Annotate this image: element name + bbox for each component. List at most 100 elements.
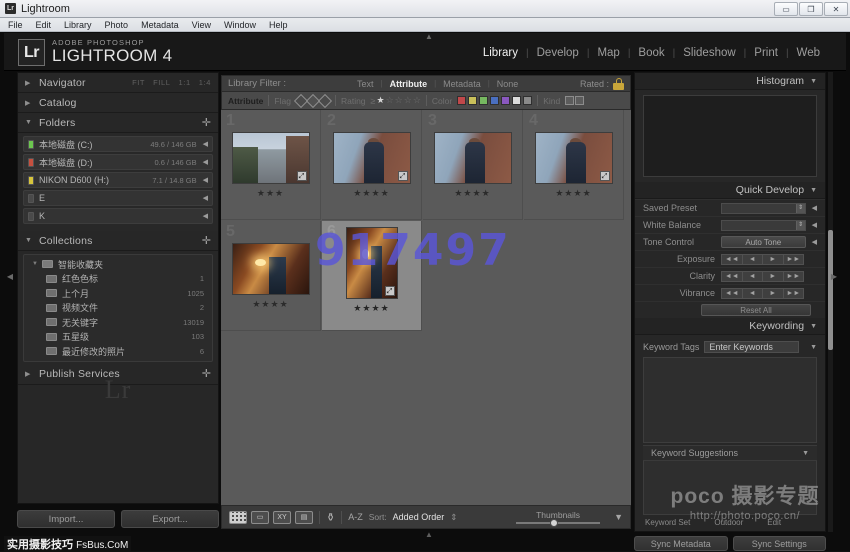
thumbnail-size-slider[interactable]: Thumbnails <box>514 510 602 524</box>
grid-cell[interactable]: 4 ⤢ ★★★★ <box>524 110 624 220</box>
star-rating[interactable]: ★★★★ <box>353 188 389 199</box>
folder-item[interactable]: K ◀ <box>23 208 213 224</box>
keyword-suggestions-header[interactable]: Keyword Suggestions ▼ <box>643 445 817 461</box>
menu-library[interactable]: Library <box>64 20 92 30</box>
list-item[interactable]: 视频文件 2 <box>24 301 212 316</box>
close-button[interactable]: ✕ <box>824 2 848 16</box>
chevron-left-icon[interactable]: ◀ <box>812 204 817 212</box>
flag-rejected-icon[interactable] <box>318 93 332 107</box>
color-swatch-green[interactable] <box>479 96 488 105</box>
import-button[interactable]: Import... <box>17 510 115 528</box>
menu-help[interactable]: Help <box>269 20 288 30</box>
zoom-fill[interactable]: FILL <box>153 78 170 87</box>
exposure-increase-small[interactable]: ► <box>762 254 784 265</box>
menu-file[interactable]: File <box>8 20 23 30</box>
bottom-panel-collapse-arrow[interactable]: ▲ <box>421 531 437 539</box>
module-print[interactable]: Print <box>746 47 786 59</box>
minimize-button[interactable]: ▭ <box>774 2 798 16</box>
zoom-1-4[interactable]: 1:4 <box>199 78 211 87</box>
photo-thumbnail[interactable]: ⤢ <box>333 132 411 184</box>
chevron-down-icon[interactable]: ▼ <box>802 450 809 457</box>
histogram-display[interactable] <box>643 95 817 177</box>
reset-all-button[interactable]: Reset All <box>701 304 811 316</box>
photo-thumbnail[interactable] <box>232 243 310 295</box>
thumbnail-grid[interactable]: 1 ⤢ ★★★ 2 ⤢ ★★★★ 3 ★★★★ 4 <box>221 110 631 505</box>
develop-badge-icon[interactable]: ⤢ <box>600 171 610 181</box>
folder-item[interactable]: E ◀ <box>23 190 213 206</box>
filter-tab-metadata[interactable]: Metadata <box>436 79 488 89</box>
panel-header-quick-develop[interactable]: Quick Develop ▼ <box>635 182 825 199</box>
photo-thumbnail[interactable]: ⤢ <box>232 132 310 184</box>
saved-preset-select[interactable]: ⇕ <box>721 203 806 214</box>
star-rating[interactable]: ★★★★ <box>454 188 490 199</box>
clarity-increase-large[interactable]: ►► <box>783 271 805 282</box>
photo-thumbnail[interactable]: ⤢ <box>346 227 398 299</box>
exposure-increase-large[interactable]: ►► <box>783 254 805 265</box>
folder-item[interactable]: NIKON D600 (H:) 7.1 / 14.8 GB ◀ <box>23 172 213 188</box>
chevron-left-icon[interactable]: ◀ <box>203 194 208 202</box>
compare-view-button[interactable]: XY <box>273 511 291 524</box>
star-icon[interactable]: ☆ <box>404 95 412 106</box>
module-web[interactable]: Web <box>789 47 828 59</box>
color-swatch-white[interactable] <box>512 96 521 105</box>
grid-cell[interactable]: 5 ★★★★ <box>221 221 321 331</box>
module-map[interactable]: Map <box>589 47 627 59</box>
list-item[interactable]: 上个月 1025 <box>24 286 212 301</box>
clarity-decrease-large[interactable]: ◄◄ <box>721 271 743 282</box>
star-rating[interactable]: ★★★★ <box>252 299 288 310</box>
panel-header-collections[interactable]: ▼ Collections ✛ <box>18 231 218 251</box>
sort-direction-icon[interactable]: A-Z <box>348 512 363 522</box>
toolbar-options-caret-icon[interactable]: ▼ <box>614 512 623 522</box>
color-swatch-purple[interactable] <box>501 96 510 105</box>
slider-track[interactable] <box>516 522 600 524</box>
develop-badge-icon[interactable]: ⤢ <box>385 286 395 296</box>
list-item[interactable]: 最近修改的照片 6 <box>24 344 212 359</box>
exposure-decrease-large[interactable]: ◄◄ <box>721 254 743 265</box>
menu-edit[interactable]: Edit <box>36 20 52 30</box>
module-slideshow[interactable]: Slideshow <box>675 47 743 59</box>
chevron-left-icon[interactable]: ◀ <box>203 140 208 148</box>
add-collection-icon[interactable]: ✛ <box>202 236 211 246</box>
keyword-set-edit[interactable]: Edit <box>767 518 781 527</box>
spray-can-icon[interactable]: ⚱ <box>326 511 335 524</box>
star-rating[interactable]: ★★★★ <box>353 303 389 314</box>
grid-cell[interactable]: 1 ⤢ ★★★ <box>221 110 321 220</box>
keyword-suggestions-area[interactable] <box>643 461 817 515</box>
grid-view-button[interactable] <box>229 511 247 524</box>
develop-badge-icon[interactable]: ⤢ <box>398 171 408 181</box>
menu-metadata[interactable]: Metadata <box>141 20 179 30</box>
chevron-left-icon[interactable]: ◀ <box>203 212 208 220</box>
menu-view[interactable]: View <box>192 20 211 30</box>
sync-metadata-button[interactable]: Sync Metadata <box>634 536 728 551</box>
module-develop[interactable]: Develop <box>529 47 587 59</box>
white-balance-select[interactable]: ⇕ <box>721 220 806 231</box>
vibrance-increase-large[interactable]: ►► <box>783 288 805 299</box>
kind-master-photo-icon[interactable] <box>565 96 574 105</box>
color-swatch-red[interactable] <box>457 96 466 105</box>
folder-item[interactable]: 本地磁盘 (C:) 49.6 / 146 GB ◀ <box>23 136 213 152</box>
vibrance-decrease-small[interactable]: ◄ <box>742 288 764 299</box>
zoom-fit[interactable]: FIT <box>132 78 145 87</box>
keyword-input[interactable]: Enter Keywords <box>704 341 799 353</box>
color-swatch-gray[interactable] <box>523 96 532 105</box>
filter-tab-none[interactable]: None <box>490 79 526 89</box>
panel-header-navigator[interactable]: ▶ Navigator FIT FILL 1:1 1:4 <box>18 73 218 93</box>
develop-badge-icon[interactable]: ⤢ <box>297 171 307 181</box>
right-panel-collapse-handle[interactable]: ▶ <box>830 270 838 284</box>
maximize-button[interactable]: ❐ <box>799 2 823 16</box>
sort-value[interactable]: Added Order <box>393 512 445 522</box>
star-rating[interactable]: ★★★ <box>257 188 284 199</box>
star-icon[interactable]: ☆ <box>386 95 394 106</box>
menu-photo[interactable]: Photo <box>105 20 129 30</box>
star-icon[interactable]: ☆ <box>413 95 421 106</box>
chevron-left-icon[interactable]: ◀ <box>203 176 208 184</box>
loupe-view-button[interactable]: ▭ <box>251 511 269 524</box>
clarity-increase-small[interactable]: ► <box>762 271 784 282</box>
star-icon[interactable]: ☆ <box>395 95 403 106</box>
clarity-decrease-small[interactable]: ◄ <box>742 271 764 282</box>
lock-icon[interactable] <box>613 78 624 90</box>
top-panel-collapse-arrow[interactable]: ▲ <box>421 33 437 40</box>
auto-tone-button[interactable]: Auto Tone <box>721 236 806 248</box>
menu-window[interactable]: Window <box>224 20 256 30</box>
right-panel-scrollbar-thumb[interactable] <box>828 230 833 350</box>
